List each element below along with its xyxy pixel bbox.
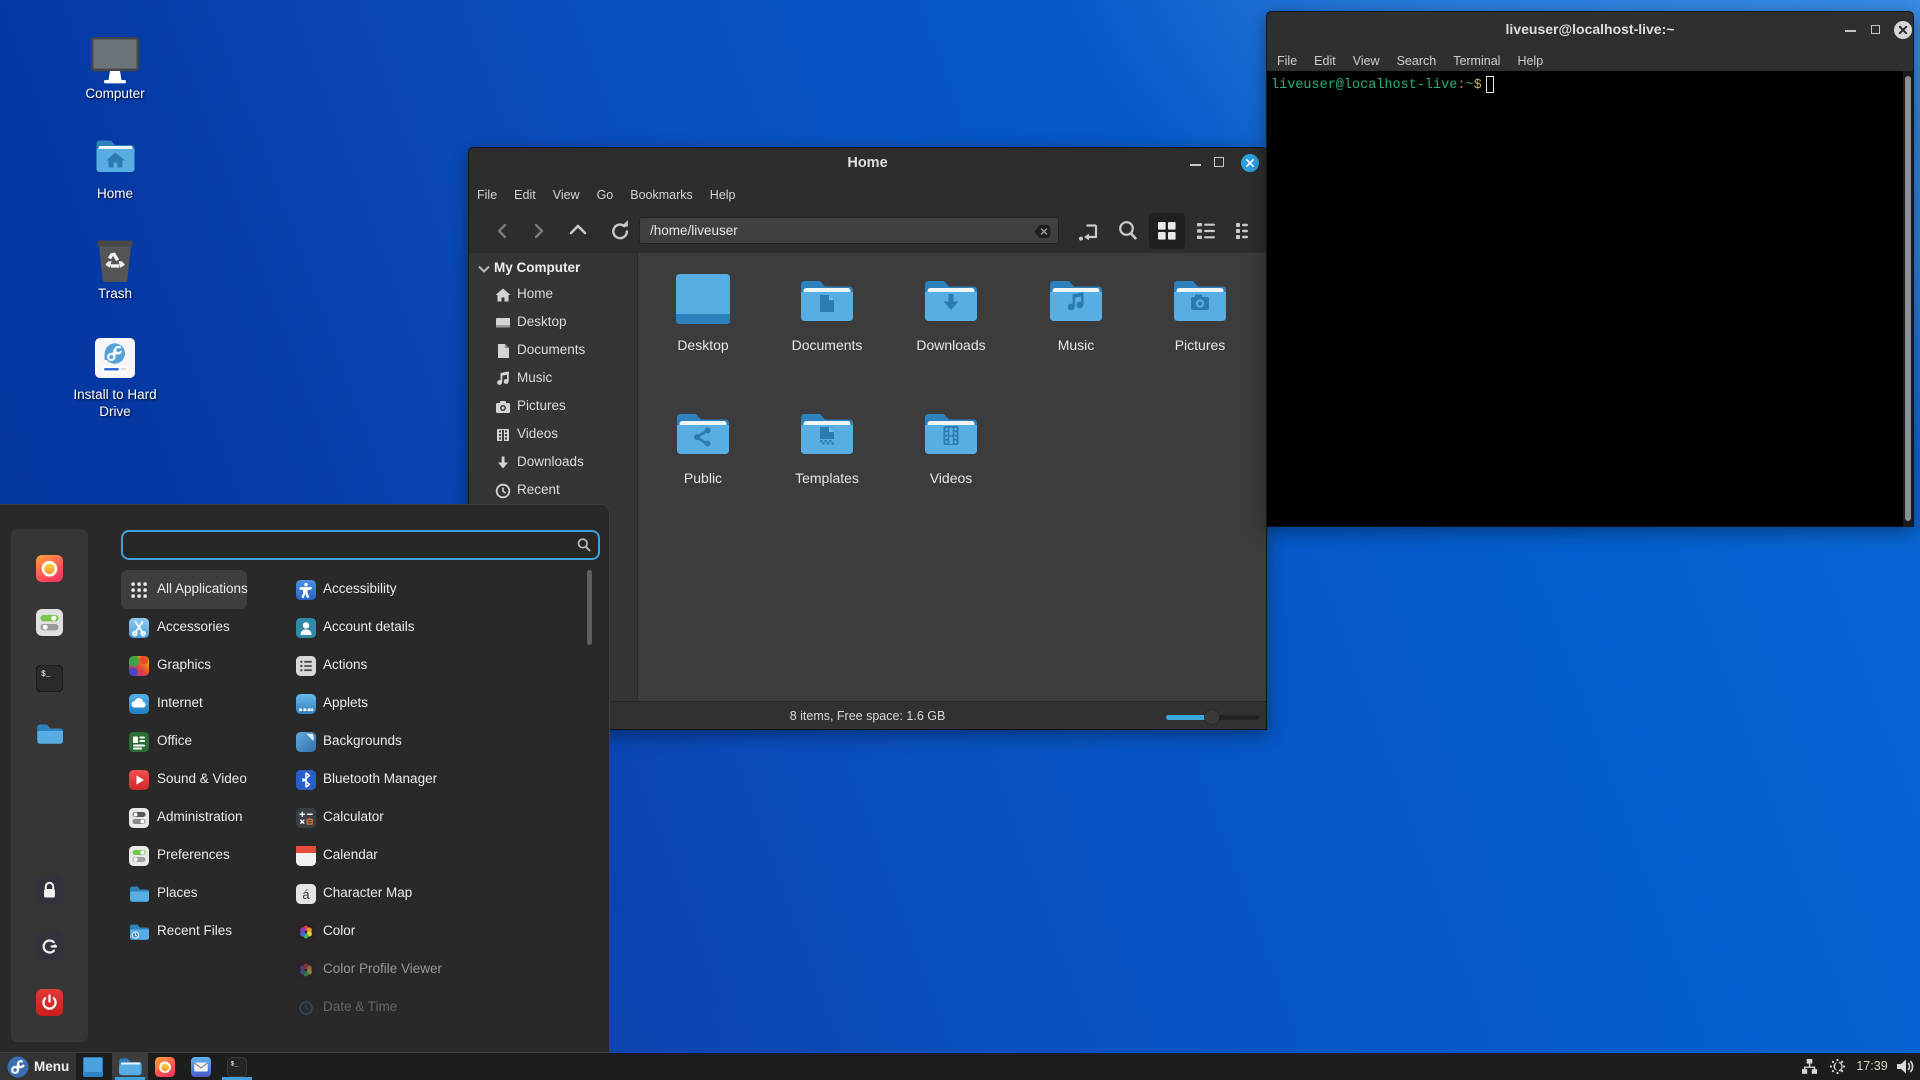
svg-text:$_: $_ bbox=[41, 670, 51, 679]
svg-text:$_: $_ bbox=[231, 1060, 239, 1067]
svg-text:á: á bbox=[302, 887, 310, 902]
